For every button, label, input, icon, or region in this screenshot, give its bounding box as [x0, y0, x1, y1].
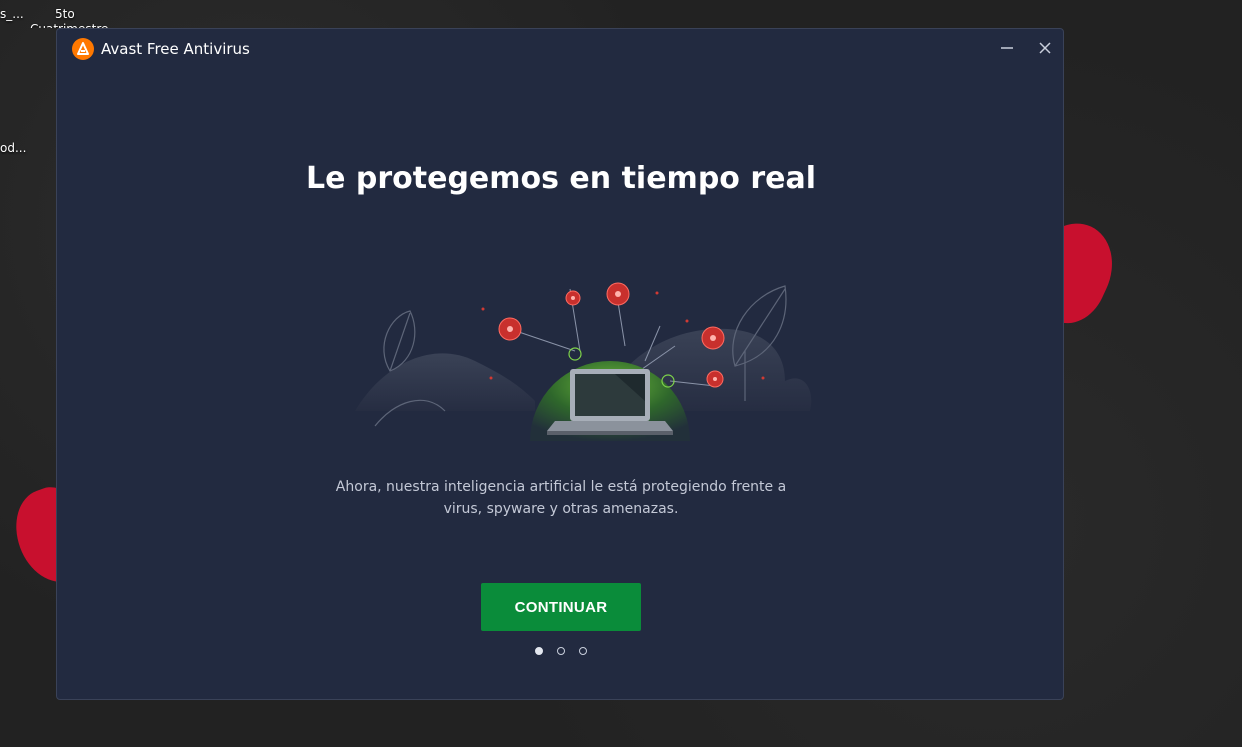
pagination-dot-2[interactable]: [557, 647, 565, 655]
pagination-dot-1[interactable]: [535, 647, 543, 655]
desktop-icon-label[interactable]: s_...: [0, 7, 24, 21]
minimize-button[interactable]: [993, 35, 1021, 61]
desktop-icon-label[interactable]: od...: [0, 141, 26, 155]
pagination-dot-3[interactable]: [579, 647, 587, 655]
pagination-dots: [535, 645, 587, 657]
description-line-2: virus, spyware y otras amenazas.: [443, 501, 679, 517]
desktop-icon-label[interactable]: 5to: [55, 7, 75, 21]
title-bar[interactable]: Avast Free Antivirus: [57, 29, 1063, 67]
close-icon: [1039, 42, 1051, 54]
desktop-background: s_... 5to Cuatrimestre od... Avast Free …: [0, 0, 1242, 747]
onboarding-description: Ahora, nuestra inteligencia artificial l…: [311, 476, 811, 520]
app-title: Avast Free Antivirus: [101, 40, 250, 58]
avast-logo-icon: [72, 38, 94, 60]
continue-button[interactable]: CONTINUAR: [481, 583, 641, 631]
minimize-icon: [1001, 47, 1013, 49]
close-button[interactable]: [1031, 35, 1059, 61]
page-title: Le protegemos en tiempo real: [305, 161, 817, 196]
description-line-1: Ahora, nuestra inteligencia artificial l…: [335, 479, 787, 495]
protection-illustration: [355, 282, 812, 441]
avast-window: Avast Free Antivirus Le protegemos en ti…: [56, 28, 1064, 700]
